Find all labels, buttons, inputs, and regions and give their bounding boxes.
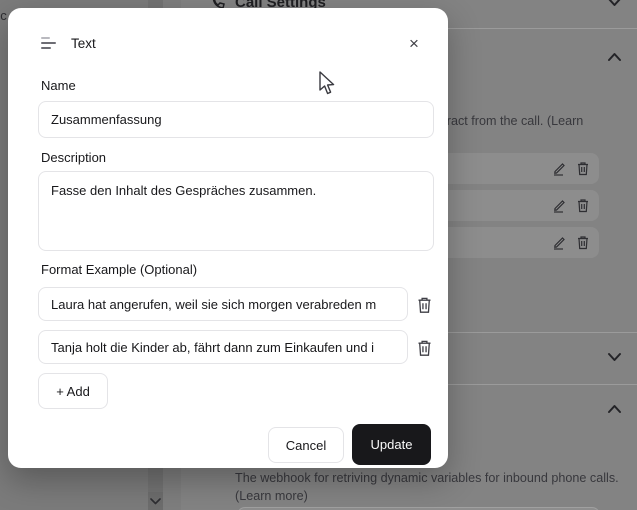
- chevron-down-icon: [150, 497, 161, 505]
- text-type-icon: [41, 35, 58, 52]
- mouse-cursor: [317, 71, 338, 96]
- delete-example-button[interactable]: [416, 295, 436, 315]
- bg-left-fragment: ll: [0, 103, 7, 118]
- trash-icon[interactable]: [576, 198, 590, 213]
- description-textarea[interactable]: Fasse den Inhalt des Gespräches zusammen…: [38, 171, 434, 251]
- chevron-down-icon: [607, 0, 622, 8]
- chevron-up-icon: [607, 51, 622, 63]
- chevron-up-icon: [607, 403, 622, 415]
- trash-icon[interactable]: [576, 235, 590, 250]
- bg-webhook-text: The webhook for retriving dynamic variab…: [235, 469, 627, 505]
- collapse-section-button[interactable]: [607, 351, 623, 367]
- name-input[interactable]: [38, 101, 434, 138]
- delete-example-button[interactable]: [416, 338, 436, 358]
- text-field-dialog: Text × Name Description Fasse den Inhalt…: [8, 8, 448, 468]
- trash-icon: [416, 296, 433, 314]
- bg-partial-text: xtract from the call. (Learn: [437, 114, 583, 128]
- trash-icon[interactable]: [576, 161, 590, 176]
- edit-icon[interactable]: [552, 161, 567, 176]
- update-button[interactable]: Update: [352, 424, 431, 465]
- collapse-section-button[interactable]: [607, 0, 623, 12]
- close-button[interactable]: ×: [404, 34, 424, 54]
- cancel-button[interactable]: Cancel: [268, 427, 344, 463]
- edit-icon[interactable]: [552, 198, 567, 213]
- collapse-section-button[interactable]: [607, 51, 623, 67]
- format-example-input-2[interactable]: [38, 330, 408, 364]
- add-example-button[interactable]: + Add: [38, 373, 108, 409]
- edit-icon[interactable]: [552, 235, 567, 250]
- trash-icon: [416, 339, 433, 357]
- chevron-down-icon: [607, 351, 622, 363]
- collapse-section-button[interactable]: [607, 403, 623, 419]
- dialog-title: Text: [71, 36, 96, 51]
- name-label: Name: [41, 78, 76, 93]
- bg-left-fragment: nc: [0, 8, 7, 23]
- dialog-header: Text: [41, 35, 96, 52]
- format-example-label: Format Example (Optional): [41, 262, 197, 277]
- bg-left-fragment: p: [0, 285, 7, 300]
- scroll-down-button[interactable]: [148, 492, 163, 510]
- description-label: Description: [41, 150, 106, 165]
- format-example-input-1[interactable]: [38, 287, 408, 321]
